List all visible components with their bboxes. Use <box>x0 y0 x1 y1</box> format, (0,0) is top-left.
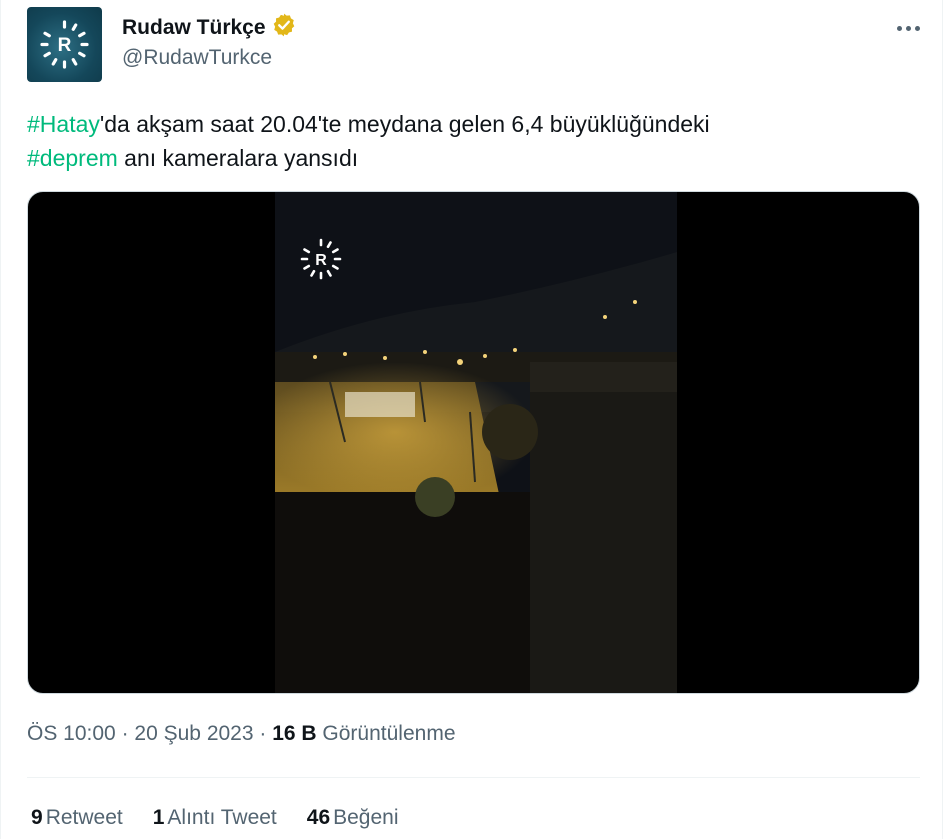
tweet-text-part: anı kameralara yansıdı <box>117 145 359 171</box>
video-player[interactable]: R <box>27 191 920 694</box>
likes-stat[interactable]: 46 Beğeni <box>307 806 399 830</box>
author-handle[interactable]: @RudawTurkce <box>122 46 272 70</box>
video-scene-image: R <box>275 192 677 693</box>
tweet-date[interactable]: 20 Şub 2023 <box>134 722 253 745</box>
svg-text:R: R <box>58 35 72 56</box>
video-frame: R <box>275 192 677 693</box>
views-label: Görüntülenme <box>322 722 456 745</box>
hashtag-link[interactable]: #Hatay <box>27 111 100 137</box>
engagement-stats: 9 Retweet 1 Alıntı Tweet 46 Beğeni <box>31 806 399 830</box>
rudaw-logo-icon: R <box>40 20 89 69</box>
author-avatar[interactable]: R <box>27 7 102 82</box>
meta-separator: · <box>259 722 267 745</box>
author-display-name[interactable]: Rudaw Türkçe <box>122 16 266 40</box>
author-name-row: Rudaw Türkçe <box>122 12 297 43</box>
meta-separator: · <box>121 722 129 745</box>
quote-tweets-stat[interactable]: 1 Alıntı Tweet <box>153 806 277 830</box>
views-count: 16 B <box>272 722 317 745</box>
tweet-text-part: 'da akşam saat 20.04'te meydana gelen 6,… <box>99 111 710 137</box>
verified-badge-icon <box>271 12 297 43</box>
tweet-time[interactable]: ÖS 10:00 <box>27 722 116 745</box>
tweet-card: R Rudaw Türkçe @RudawTurkce #Hatay'da ak… <box>0 0 943 839</box>
tweet-text: #Hatay'da akşam saat 20.04'te meydana ge… <box>27 107 907 175</box>
more-horizontal-icon[interactable] <box>891 14 925 42</box>
svg-text:R: R <box>315 252 327 269</box>
hashtag-link[interactable]: #deprem <box>27 145 118 171</box>
tweet-meta: ÖS 10:00 · 20 Şub 2023 · 16 B Görüntülen… <box>27 722 456 746</box>
divider <box>27 777 920 778</box>
retweets-stat[interactable]: 9 Retweet <box>31 806 123 830</box>
